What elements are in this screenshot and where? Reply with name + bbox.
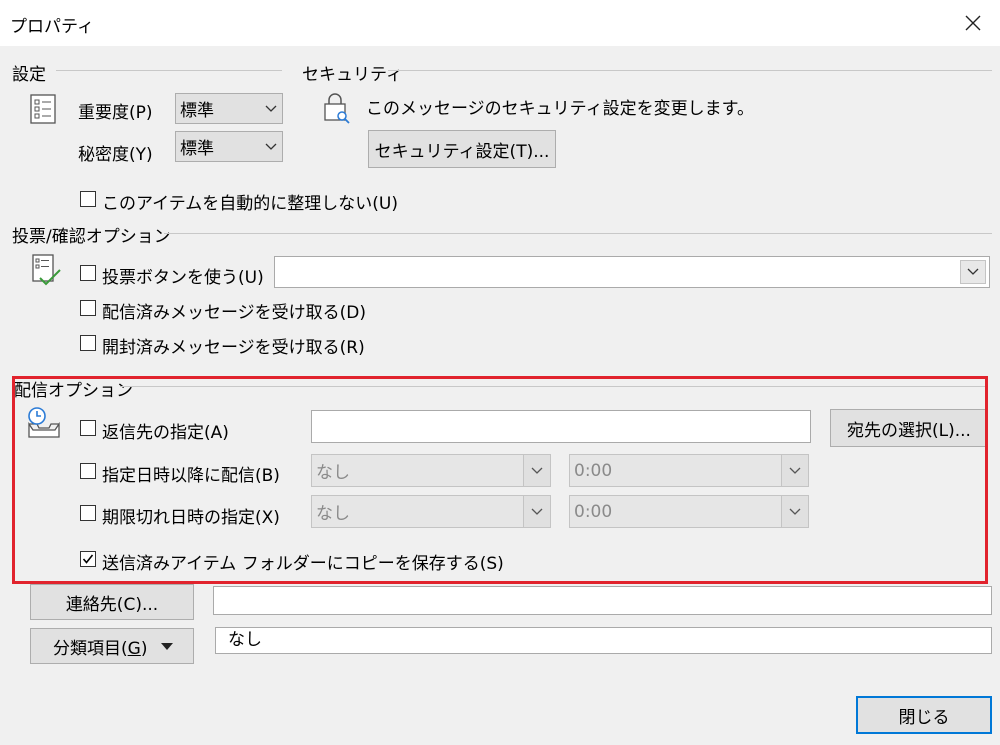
read-receipt-checkbox[interactable] — [80, 335, 96, 351]
categories-value: なし — [215, 627, 992, 654]
chevron-down-icon — [260, 105, 282, 113]
delivery-receipt-checkbox[interactable] — [80, 300, 96, 316]
voting-buttons-select[interactable] — [274, 256, 990, 288]
contacts-button[interactable]: 連絡先(C)... — [30, 584, 194, 620]
sensitivity-value: 標準 — [180, 139, 214, 159]
read-receipt-label: 開封済みメッセージを受け取る(R) — [102, 338, 365, 358]
title-bar — [0, 0, 1000, 46]
use-voting-buttons-label: 投票ボタンを使う(U) — [102, 268, 264, 288]
window-title: プロパティ — [10, 17, 94, 37]
close-icon[interactable] — [954, 8, 992, 38]
voting-section-label: 投票/確認オプション — [12, 222, 177, 247]
security-section-label: セキュリティ — [302, 60, 409, 85]
close-button[interactable]: 閉じる — [856, 696, 992, 734]
do-not-autoarchive-label: このアイテムを自動的に整理しない(U) — [102, 194, 399, 214]
voting-checklist-icon — [30, 254, 62, 293]
categories-button[interactable]: 分類項目(G) — [30, 628, 194, 664]
sensitivity-label: 秘密度(Y) — [78, 145, 153, 165]
chevron-down-icon — [260, 143, 282, 151]
categories-button-label: 分類項目(G) — [53, 638, 148, 659]
chevron-down-icon — [960, 260, 986, 284]
properties-list-icon — [30, 94, 56, 129]
do-not-autoarchive-checkbox[interactable] — [80, 191, 96, 207]
highlight-box — [12, 376, 988, 584]
importance-select[interactable]: 標準 — [175, 93, 283, 124]
importance-value: 標準 — [180, 101, 214, 121]
settings-section-label: 設定 — [12, 60, 52, 85]
security-description: このメッセージのセキュリティ設定を変更します。 — [366, 99, 754, 119]
use-voting-buttons-checkbox[interactable] — [80, 265, 96, 281]
importance-label: 重要度(P) — [78, 103, 153, 123]
voting-divider — [164, 233, 992, 234]
dropdown-arrow-icon — [161, 636, 174, 656]
lock-icon — [322, 92, 352, 129]
delivery-receipt-label: 配信済みメッセージを受け取る(D) — [102, 303, 367, 323]
contacts-input[interactable] — [213, 586, 992, 615]
security-divider — [388, 70, 992, 71]
settings-divider — [56, 70, 282, 71]
sensitivity-select[interactable]: 標準 — [175, 131, 283, 162]
security-settings-button[interactable]: セキュリティ設定(T)... — [368, 130, 556, 168]
voting-buttons-value — [275, 257, 957, 287]
